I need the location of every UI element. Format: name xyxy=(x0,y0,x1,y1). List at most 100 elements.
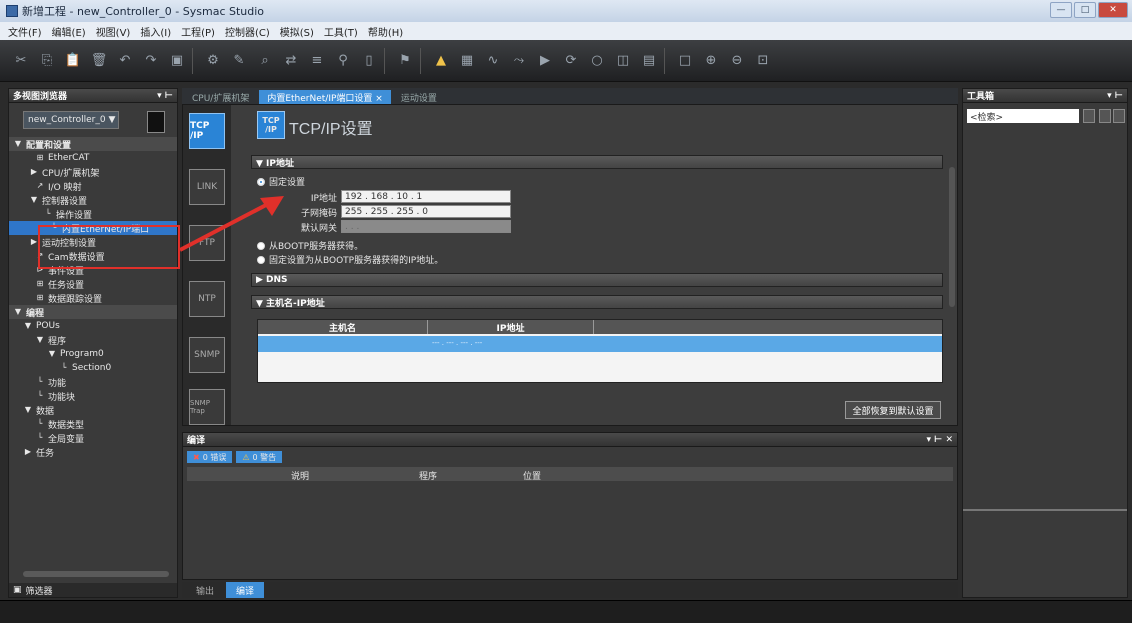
tab-motion-settings[interactable]: 运动设置 xyxy=(393,90,445,104)
zoom-fit-icon[interactable]: ⊡ xyxy=(752,50,774,72)
menu-item-0[interactable]: 文件(F) xyxy=(8,24,42,39)
tree-item[interactable]: ▶ CPU/扩展机架 xyxy=(9,165,177,179)
maximize-button[interactable]: □ xyxy=(1074,2,1096,18)
sync-icon[interactable]: ⟳ xyxy=(560,50,582,72)
tree-item[interactable]: ⊞ EtherCAT xyxy=(9,151,177,165)
tree-item[interactable]: ▼ 编程 xyxy=(9,305,177,319)
replace-icon[interactable]: ⇄ xyxy=(280,50,302,72)
doc-icon[interactable]: ▯ xyxy=(358,50,380,72)
section-ip-address[interactable]: ▼ IP地址 xyxy=(251,155,943,169)
warning-filter-button[interactable]: ⚠ 0 警告 xyxy=(236,451,283,463)
grid-icon[interactable]: ▤ xyxy=(638,50,660,72)
tree-item[interactable]: ▼ POUs xyxy=(9,319,177,333)
menu-item-8[interactable]: 帮助(H) xyxy=(368,24,403,39)
tree-item[interactable]: ↗ I/O 映射 xyxy=(9,179,177,193)
options-icon[interactable] xyxy=(1113,109,1125,123)
box-icon[interactable]: □ xyxy=(674,50,696,72)
warning-icon[interactable]: ▲ xyxy=(430,50,452,72)
run-icon[interactable]: ▶ xyxy=(534,50,556,72)
controller-select[interactable]: new_Controller_0 ▼ xyxy=(23,111,119,129)
menu-item-6[interactable]: 模拟(S) xyxy=(280,24,314,39)
tree-item[interactable]: ⊞ 数据跟踪设置 xyxy=(9,291,177,305)
zoom-in-icon[interactable]: ⊕ xyxy=(700,50,722,72)
menu-item-2[interactable]: 视图(V) xyxy=(96,24,131,39)
table-row[interactable]: --- . --- . --- . --- xyxy=(258,336,942,352)
menu-item-3[interactable]: 插入(I) xyxy=(140,24,171,39)
tree-item-label: 数据跟踪设置 xyxy=(48,294,103,305)
search-dropdown-icon[interactable] xyxy=(1083,109,1095,123)
menu-item-5[interactable]: 控制器(C) xyxy=(225,24,270,39)
tree-item[interactable]: └ 功能 xyxy=(9,375,177,389)
tab-cpu-rack[interactable]: CPU/扩展机架 xyxy=(184,90,257,104)
list-icon[interactable]: ≡ xyxy=(306,50,328,72)
ip-address-input[interactable]: 192 . 168 . 10 . 1 xyxy=(341,190,511,203)
menu-item-4[interactable]: 工程(P) xyxy=(181,24,215,39)
error-filter-button[interactable]: ✖ 0 错误 xyxy=(187,451,233,463)
close-button[interactable]: ✕ xyxy=(1098,2,1128,18)
undo-icon[interactable]: ↶ xyxy=(114,50,136,72)
category-tab-snmp-trap[interactable]: SNMP Trap xyxy=(189,389,225,425)
filter-bar[interactable]: ▣ 筛选器 xyxy=(9,583,177,597)
tree-item[interactable]: └ Section0 xyxy=(9,361,177,375)
wave-icon[interactable]: ∿ xyxy=(482,50,504,72)
toolbox-splitter[interactable] xyxy=(963,509,1127,511)
menu-item-7[interactable]: 工具(T) xyxy=(324,24,358,39)
tree-item-label: CPU/扩展机架 xyxy=(42,168,100,179)
tree-item[interactable]: ▼ 数据 xyxy=(9,403,177,417)
host-ip-table: 主机名 IP地址 --- . --- . --- . --- xyxy=(257,319,943,383)
editor-scrollbar[interactable] xyxy=(949,167,955,307)
chart-icon[interactable]: ▦ xyxy=(456,50,478,72)
step-icon[interactable]: ⤳ xyxy=(508,50,530,72)
tab-build[interactable]: 编译 xyxy=(226,582,265,598)
tree-item[interactable]: ▶ 任务 xyxy=(9,445,177,459)
paste-icon[interactable]: 📋 xyxy=(62,50,84,72)
chevron-down-icon: ▼ xyxy=(108,115,116,125)
menu-item-1[interactable]: 编辑(E) xyxy=(52,24,86,39)
find-icon[interactable]: ⌕ xyxy=(254,50,276,72)
circle-icon[interactable]: ○ xyxy=(586,50,608,72)
explorer-header: 多视图浏览器 ▾ ⊢ xyxy=(9,89,177,103)
bookmark-icon[interactable]: ⚑ xyxy=(394,50,416,72)
section-host-ip[interactable]: ▼ 主机名-IP地址 xyxy=(251,295,943,309)
radio-fixed-setting[interactable]: 固定设置 xyxy=(257,175,305,188)
category-tab-snmp[interactable]: SNMP xyxy=(189,337,225,373)
tree-item[interactable]: ⊞ 任务设置 xyxy=(9,277,177,291)
tools-icon[interactable]: ✎ xyxy=(228,50,250,72)
explorer-scrollbar[interactable] xyxy=(23,571,169,577)
app-icon xyxy=(6,5,18,17)
tree-item-label: I/O 映射 xyxy=(48,182,82,193)
save-icon[interactable]: ▣ xyxy=(166,50,188,72)
pin-icon[interactable]: ▾ ⊢ xyxy=(157,91,173,101)
expand-icon: ▼ xyxy=(24,321,32,330)
category-tab-ntp[interactable]: NTP xyxy=(189,281,225,317)
default-gateway-input[interactable]: . . . xyxy=(341,220,511,233)
tree-item[interactable]: ▼ 控制器设置 xyxy=(9,193,177,207)
tree-item[interactable]: ▼ 配置和设置 xyxy=(9,137,177,151)
tree-item[interactable]: └ 功能块 xyxy=(9,389,177,403)
tab-output[interactable]: 输出 xyxy=(186,582,224,598)
cut-icon[interactable]: ✂ xyxy=(10,50,32,72)
tree-item[interactable]: ▼ 程序 xyxy=(9,333,177,347)
panel-controls-icon[interactable]: ▾ ⊢ ✕ xyxy=(926,435,953,445)
zoom-out-icon[interactable]: ⊖ xyxy=(726,50,748,72)
pin-icon[interactable]: ▾ ⊢ xyxy=(1107,91,1123,101)
binoculars-icon[interactable]: ⚲ xyxy=(332,50,354,72)
copy-icon[interactable]: ⎘ xyxy=(36,50,58,72)
tree-item[interactable]: └ 操作设置 xyxy=(9,207,177,221)
restore-defaults-button[interactable]: 全部恢复到默认设置 xyxy=(845,401,941,419)
subnet-mask-input[interactable]: 255 . 255 . 255 . 0 xyxy=(341,205,511,218)
toolbar: ✂ ⎘ 📋 🗑 ↶ ↷ ▣ ⚙ ✎ ⌕ ⇄ ≡ ⚲ ▯ ⚑ ▲ ▦ ∿ ⤳ ▶ ⟳ ○ ◫ ▤ □ ⊕ ⊖ ⊡ xyxy=(0,40,1132,82)
category-tab-tcpip[interactable]: TCP /IP xyxy=(189,113,225,149)
section-dns[interactable]: ▶ DNS xyxy=(251,273,943,287)
tree-item[interactable]: └ 全局变量 xyxy=(9,431,177,445)
tree-item[interactable]: └ 数据类型 xyxy=(9,417,177,431)
monitor-icon[interactable]: ◫ xyxy=(612,50,634,72)
delete-icon[interactable]: 🗑 xyxy=(88,50,110,72)
redo-icon[interactable]: ↷ xyxy=(140,50,162,72)
toolbox-search-input[interactable]: <检索> xyxy=(967,109,1079,123)
search-icon[interactable] xyxy=(1099,109,1111,123)
minimize-button[interactable]: — xyxy=(1050,2,1072,18)
tab-ethernet-ip-settings[interactable]: 内置EtherNet/IP端口设置 × xyxy=(259,90,391,104)
build-icon[interactable]: ⚙ xyxy=(202,50,224,72)
tree-item[interactable]: ▼ Program0 xyxy=(9,347,177,361)
